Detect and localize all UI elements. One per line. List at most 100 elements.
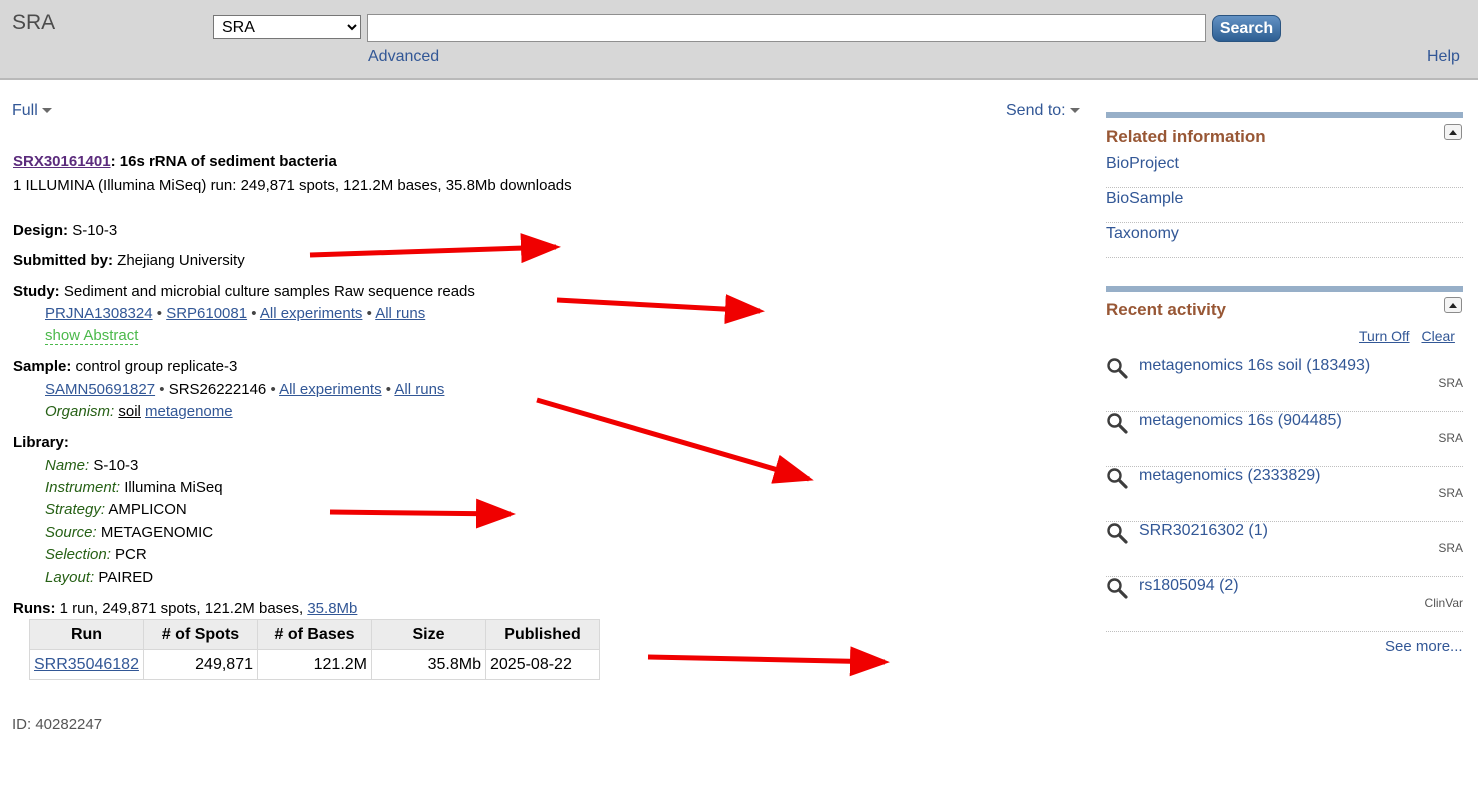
library-label: Library:	[13, 434, 69, 451]
library-source: Source: METAGENOMIC	[45, 524, 213, 541]
library-instrument: Instrument: Illumina MiSeq	[45, 479, 223, 496]
recent-activity-link[interactable]: metagenomics 16s (904485)	[1139, 412, 1342, 430]
biosample-link[interactable]: SAMN50691827	[45, 381, 155, 398]
chevron-down-icon	[41, 108, 52, 114]
sra-logo[interactable]: SRA	[12, 11, 55, 35]
experiment-accession-link[interactable]: SRX30161401	[13, 153, 111, 170]
recent-activity-item[interactable]: SRR30216302 (1) SRA	[1106, 522, 1463, 577]
send-to-dropdown[interactable]: Send to:	[1006, 102, 1080, 120]
size-cell: 35.8Mb	[371, 649, 486, 680]
see-more-link[interactable]: See more...	[1385, 638, 1463, 655]
sample-all-experiments-link[interactable]: All experiments	[279, 381, 382, 398]
recent-activity-db: SRA	[1438, 541, 1463, 555]
spots-cell: 249,871	[143, 649, 258, 680]
runs-label: Runs:	[13, 600, 56, 617]
recent-activity-link[interactable]: metagenomics 16s soil (183493)	[1139, 357, 1370, 375]
runs-summary: 1 run, 249,871 spots, 121.2M bases,	[59, 600, 304, 617]
recent-activity-link[interactable]: rs1805094 (2)	[1139, 577, 1239, 595]
recent-activity-link[interactable]: SRR30216302 (1)	[1139, 522, 1268, 540]
study-all-experiments-link[interactable]: All experiments	[260, 305, 363, 322]
library-selection-value: PCR	[115, 546, 147, 563]
library-selection: Selection: PCR	[45, 546, 147, 563]
format-dropdown[interactable]: Full	[12, 102, 52, 120]
annotation-arrow	[647, 646, 890, 677]
submitted-label: Submitted by:	[13, 252, 113, 269]
search-input[interactable]	[367, 14, 1206, 42]
record-id: ID: 40282247	[12, 716, 103, 733]
library-row: Library:	[13, 434, 69, 451]
run-cell: SRR35046182	[29, 649, 144, 680]
recent-activity-db: ClinVar	[1424, 596, 1463, 610]
related-bioproject-link[interactable]: BioProject	[1106, 153, 1463, 188]
sample-row: Sample: control group replicate-3	[13, 358, 237, 375]
magnifier-icon	[1107, 523, 1128, 544]
library-strategy-label: Strategy:	[45, 501, 106, 518]
organism-label: Organism:	[45, 403, 115, 420]
recent-activity-link[interactable]: metagenomics (2333829)	[1139, 467, 1320, 485]
runs-table-header: Run # of Spots # of Bases Size Published	[29, 619, 600, 650]
recent-controls: Turn Off Clear	[1359, 328, 1463, 344]
recent-activity-item[interactable]: metagenomics (2333829) SRA	[1106, 467, 1463, 522]
table-row: SRR35046182 249,871 121.2M 35.8Mb 2025-0…	[29, 649, 600, 680]
related-portlet-bar	[1106, 112, 1463, 118]
annotation-arrow	[536, 397, 814, 484]
run-accession-link[interactable]: SRR35046182	[34, 656, 139, 673]
library-layout: Layout: PAIRED	[45, 569, 153, 586]
annotation-arrow	[556, 294, 765, 325]
library-instrument-label: Instrument:	[45, 479, 121, 496]
srp-link[interactable]: SRP610081	[166, 305, 247, 322]
advanced-link[interactable]: Advanced	[368, 48, 439, 66]
annotation-arrow	[329, 498, 516, 529]
annotation-arrow	[309, 233, 561, 264]
library-layout-label: Layout:	[45, 569, 95, 586]
magnifier-icon	[1107, 413, 1128, 434]
organism-plain[interactable]: soil	[118, 403, 141, 420]
format-label: Full	[12, 102, 38, 119]
col-header: # of Spots	[143, 619, 258, 650]
record-title: SRX30161401: 16s rRNA of sediment bacter…	[13, 153, 337, 170]
runs-table: Run # of Spots # of Bases Size Published…	[29, 619, 600, 680]
collapse-up-icon[interactable]	[1444, 297, 1462, 313]
study-links: PRJNA1308324 • SRP610081 • All experimen…	[45, 305, 426, 322]
search-bar: SRA SRA Search Advanced Help	[0, 0, 1478, 80]
magnifier-icon	[1107, 578, 1128, 599]
record-summary: 1 ILLUMINA (Illumina MiSeq) run: 249,871…	[13, 177, 572, 194]
help-link[interactable]: Help	[1427, 48, 1460, 66]
recent-portlet-bar	[1106, 286, 1463, 292]
related-taxonomy-link[interactable]: Taxonomy	[1106, 223, 1463, 258]
study-value: Sediment and microbial culture samples R…	[63, 283, 475, 300]
sample-all-runs-link[interactable]: All runs	[394, 381, 444, 398]
organism-link[interactable]: metagenome	[145, 403, 233, 420]
col-header: # of Bases	[257, 619, 372, 650]
published-cell: 2025-08-22	[485, 649, 600, 680]
recent-activity-item[interactable]: metagenomics 16s soil (183493) SRA	[1106, 357, 1463, 412]
runs-size-link[interactable]: 35.8Mb	[307, 600, 357, 617]
study-all-runs-link[interactable]: All runs	[375, 305, 425, 322]
recent-activity-item[interactable]: rs1805094 (2) ClinVar	[1106, 577, 1463, 632]
srs-accession: SRS26222146	[168, 381, 267, 398]
runs-row: Runs: 1 run, 249,871 spots, 121.2M bases…	[13, 600, 357, 617]
library-source-label: Source:	[45, 524, 97, 541]
study-label: Study:	[13, 283, 60, 300]
search-button[interactable]: Search	[1212, 15, 1281, 42]
col-header: Published	[485, 619, 600, 650]
database-select[interactable]: SRA	[213, 15, 361, 39]
submitted-value: Zhejiang University	[117, 252, 245, 269]
recent-activity-item[interactable]: metagenomics 16s (904485) SRA	[1106, 412, 1463, 467]
turn-off-link[interactable]: Turn Off	[1359, 328, 1410, 344]
design-row: Design: S-10-3	[13, 222, 117, 239]
magnifier-icon	[1107, 468, 1128, 489]
library-selection-label: Selection:	[45, 546, 111, 563]
bioproject-link[interactable]: PRJNA1308324	[45, 305, 153, 322]
clear-link[interactable]: Clear	[1421, 328, 1454, 344]
sample-value: control group replicate-3	[75, 358, 238, 375]
show-abstract-toggle[interactable]: show Abstract	[45, 328, 139, 345]
recent-activity-db: SRA	[1438, 431, 1463, 445]
related-biosample-link[interactable]: BioSample	[1106, 188, 1463, 223]
design-label: Design:	[13, 222, 69, 239]
related-title: Related information	[1106, 127, 1266, 146]
library-layout-value: PAIRED	[98, 569, 154, 586]
collapse-up-icon[interactable]	[1444, 124, 1462, 140]
library-name-label: Name:	[45, 457, 90, 474]
recent-activity-db: SRA	[1438, 376, 1463, 390]
